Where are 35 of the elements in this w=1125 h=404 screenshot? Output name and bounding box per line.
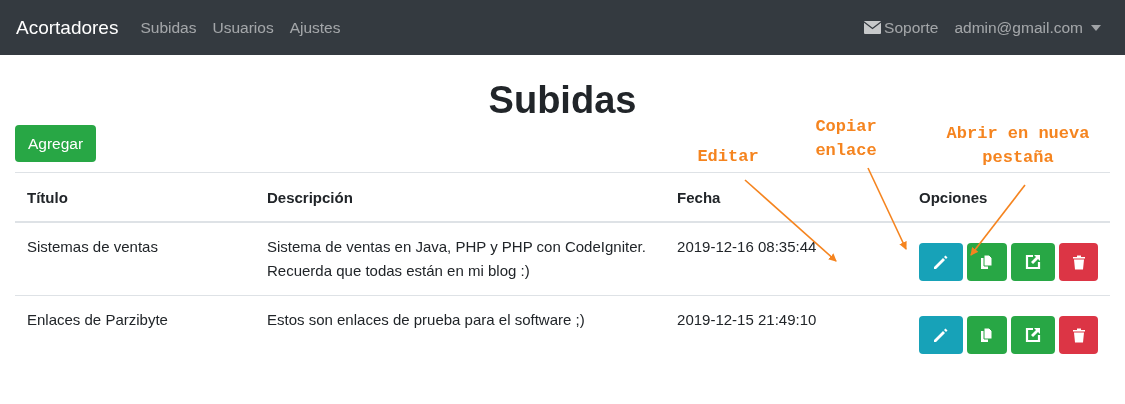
delete-button[interactable] — [1059, 243, 1098, 281]
caret-icon — [1091, 24, 1101, 31]
table-cell: Sistema de ventas en Java, PHP y PHP con CodeIgniter. Recuerda que todas están en mi blog :) — [267, 238, 646, 279]
table-cell: 2019-12-16 08:35:44 — [677, 238, 817, 255]
delete-button[interactable] — [1059, 316, 1098, 354]
table-cell: 2019-12-15 21:49:10 — [677, 311, 817, 328]
envelope-icon — [864, 21, 882, 34]
open-link-button[interactable] — [1011, 316, 1055, 354]
pencil-icon — [932, 326, 950, 344]
support-link[interactable]: Soporte — [864, 18, 939, 37]
column-header: Título — [15, 172, 255, 222]
annotation-label: Copiar enlace — [814, 116, 878, 162]
external-link-icon — [1024, 253, 1042, 271]
pencil-icon — [932, 253, 950, 271]
copy-button[interactable] — [967, 316, 1007, 354]
annotation-label: Abrir en nueva pestaña — [945, 123, 1091, 169]
user-dropdown[interactable]: admin@gmail.com — [954, 18, 1101, 37]
column-header: Fecha — [665, 172, 907, 222]
column-header: Opciones — [907, 172, 1110, 222]
brand-title[interactable]: Acortadores — [16, 16, 119, 39]
column-header: Descripción — [255, 172, 666, 222]
nav-link[interactable]: Ajustes — [289, 18, 341, 36]
table-cell: Enlaces de Parzibyte — [27, 311, 168, 328]
nav-link[interactable]: Usuarios — [212, 18, 274, 36]
table-cell: Estos son enlaces de prueba para el software ;) — [267, 311, 585, 328]
table-cell: Sistemas de ventas — [27, 238, 158, 255]
add-button[interactable]: Agregar — [15, 125, 97, 162]
page-title: Subidas — [487, 78, 638, 123]
annotation-label: Editar — [696, 146, 760, 168]
open-link-button[interactable] — [1011, 243, 1055, 281]
edit-button[interactable] — [919, 243, 963, 281]
external-link-icon — [1024, 326, 1042, 344]
nav-link[interactable]: Subidas — [140, 18, 197, 36]
copy-button[interactable] — [967, 243, 1007, 281]
edit-button[interactable] — [919, 316, 963, 354]
